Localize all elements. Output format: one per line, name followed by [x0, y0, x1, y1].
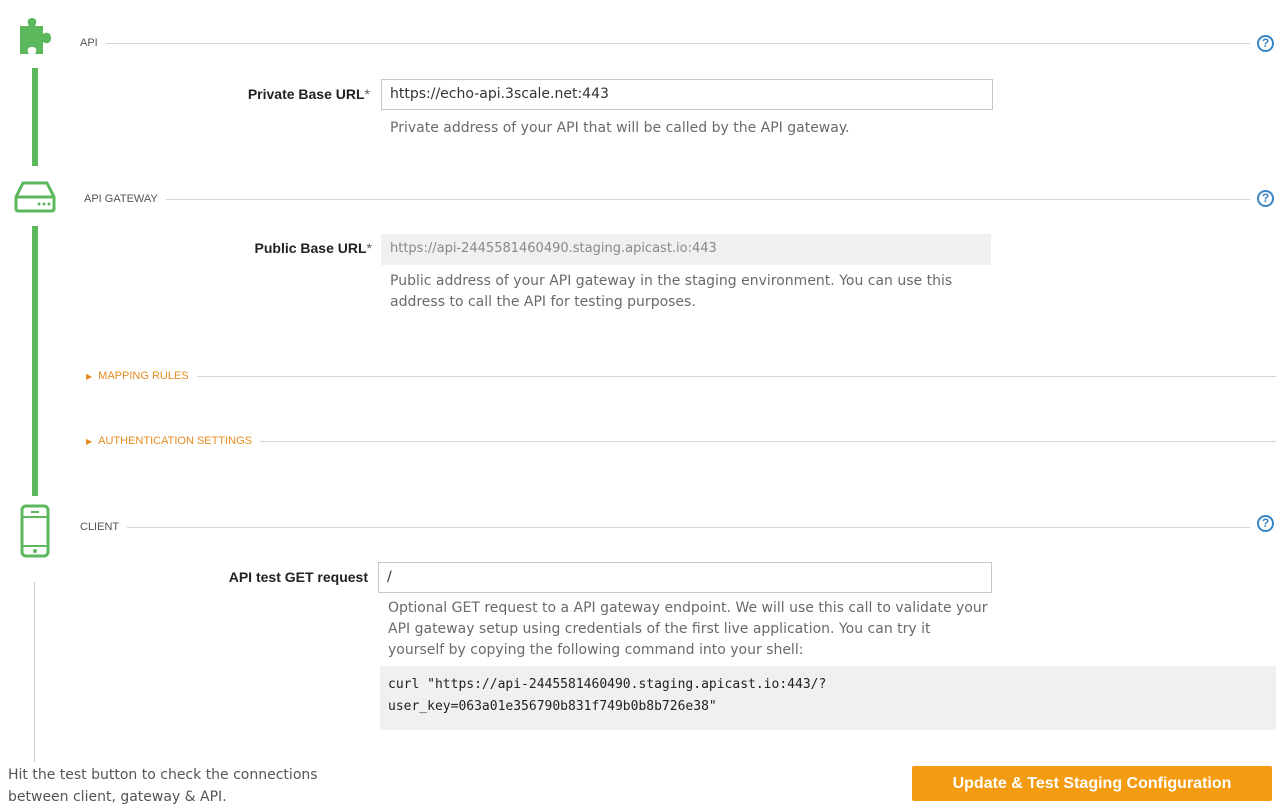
gateway-section-divider [84, 199, 1250, 200]
client-help-icon[interactable]: ? [1257, 515, 1274, 532]
curl-command-line-2: user_key=063a01e356790b831f749b0b8b726e3… [388, 699, 717, 714]
caret-right-icon: ▶ [86, 437, 93, 446]
api-section-title: API [80, 37, 106, 49]
gateway-help-icon[interactable]: ? [1257, 190, 1274, 207]
required-mark: * [364, 86, 370, 102]
test-request-hint: Optional GET request to a API gateway en… [388, 600, 988, 658]
server-icon [14, 180, 56, 214]
mapping-rules-label: MAPPING RULES [98, 370, 189, 382]
private-base-url-label: Private Base URL* [200, 86, 370, 102]
curl-command-block[interactable]: curl "https://api-2445581460490.staging.… [380, 666, 1276, 730]
timeline-line-client [34, 582, 35, 762]
timeline-line-api [32, 68, 38, 166]
authentication-settings-label: AUTHENTICATION SETTINGS [98, 435, 252, 447]
public-base-url-label: Public Base URL* [200, 240, 372, 256]
mapping-rules-divider [86, 376, 1276, 377]
test-request-label: API test GET request [228, 569, 368, 585]
public-base-url-input: https://api-2445581460490.staging.apicas… [381, 234, 991, 265]
authentication-settings-divider [86, 441, 1276, 442]
caret-right-icon: ▶ [86, 372, 93, 381]
puzzle-icon [15, 14, 55, 58]
test-request-input[interactable]: / [378, 562, 992, 593]
required-mark: * [366, 240, 372, 256]
api-help-icon[interactable]: ? [1257, 35, 1274, 52]
public-base-url-hint: Public address of your API gateway in th… [390, 273, 953, 310]
private-base-url-label-text: Private Base URL [247, 86, 365, 102]
private-base-url-hint: Private address of your API that will be… [390, 120, 850, 136]
api-section-divider [80, 43, 1250, 44]
gateway-section-title: API GATEWAY [84, 193, 166, 205]
update-test-staging-button[interactable]: Update & Test Staging Configuration [912, 766, 1272, 801]
authentication-settings-toggle[interactable]: ▶ AUTHENTICATION SETTINGS [86, 435, 260, 447]
timeline-line-gateway [32, 226, 38, 496]
mobile-phone-icon [20, 504, 50, 558]
footer-hint: Hit the test button to check the connect… [8, 767, 318, 805]
public-base-url-label-text: Public Base URL [254, 240, 367, 256]
client-section-title: CLIENT [80, 521, 128, 533]
curl-command-line-1: curl "https://api-2445581460490.staging.… [388, 677, 827, 692]
mapping-rules-toggle[interactable]: ▶ MAPPING RULES [86, 370, 197, 382]
private-base-url-input[interactable]: https://echo-api.3scale.net:443 [381, 79, 993, 110]
client-section-divider [80, 527, 1250, 528]
